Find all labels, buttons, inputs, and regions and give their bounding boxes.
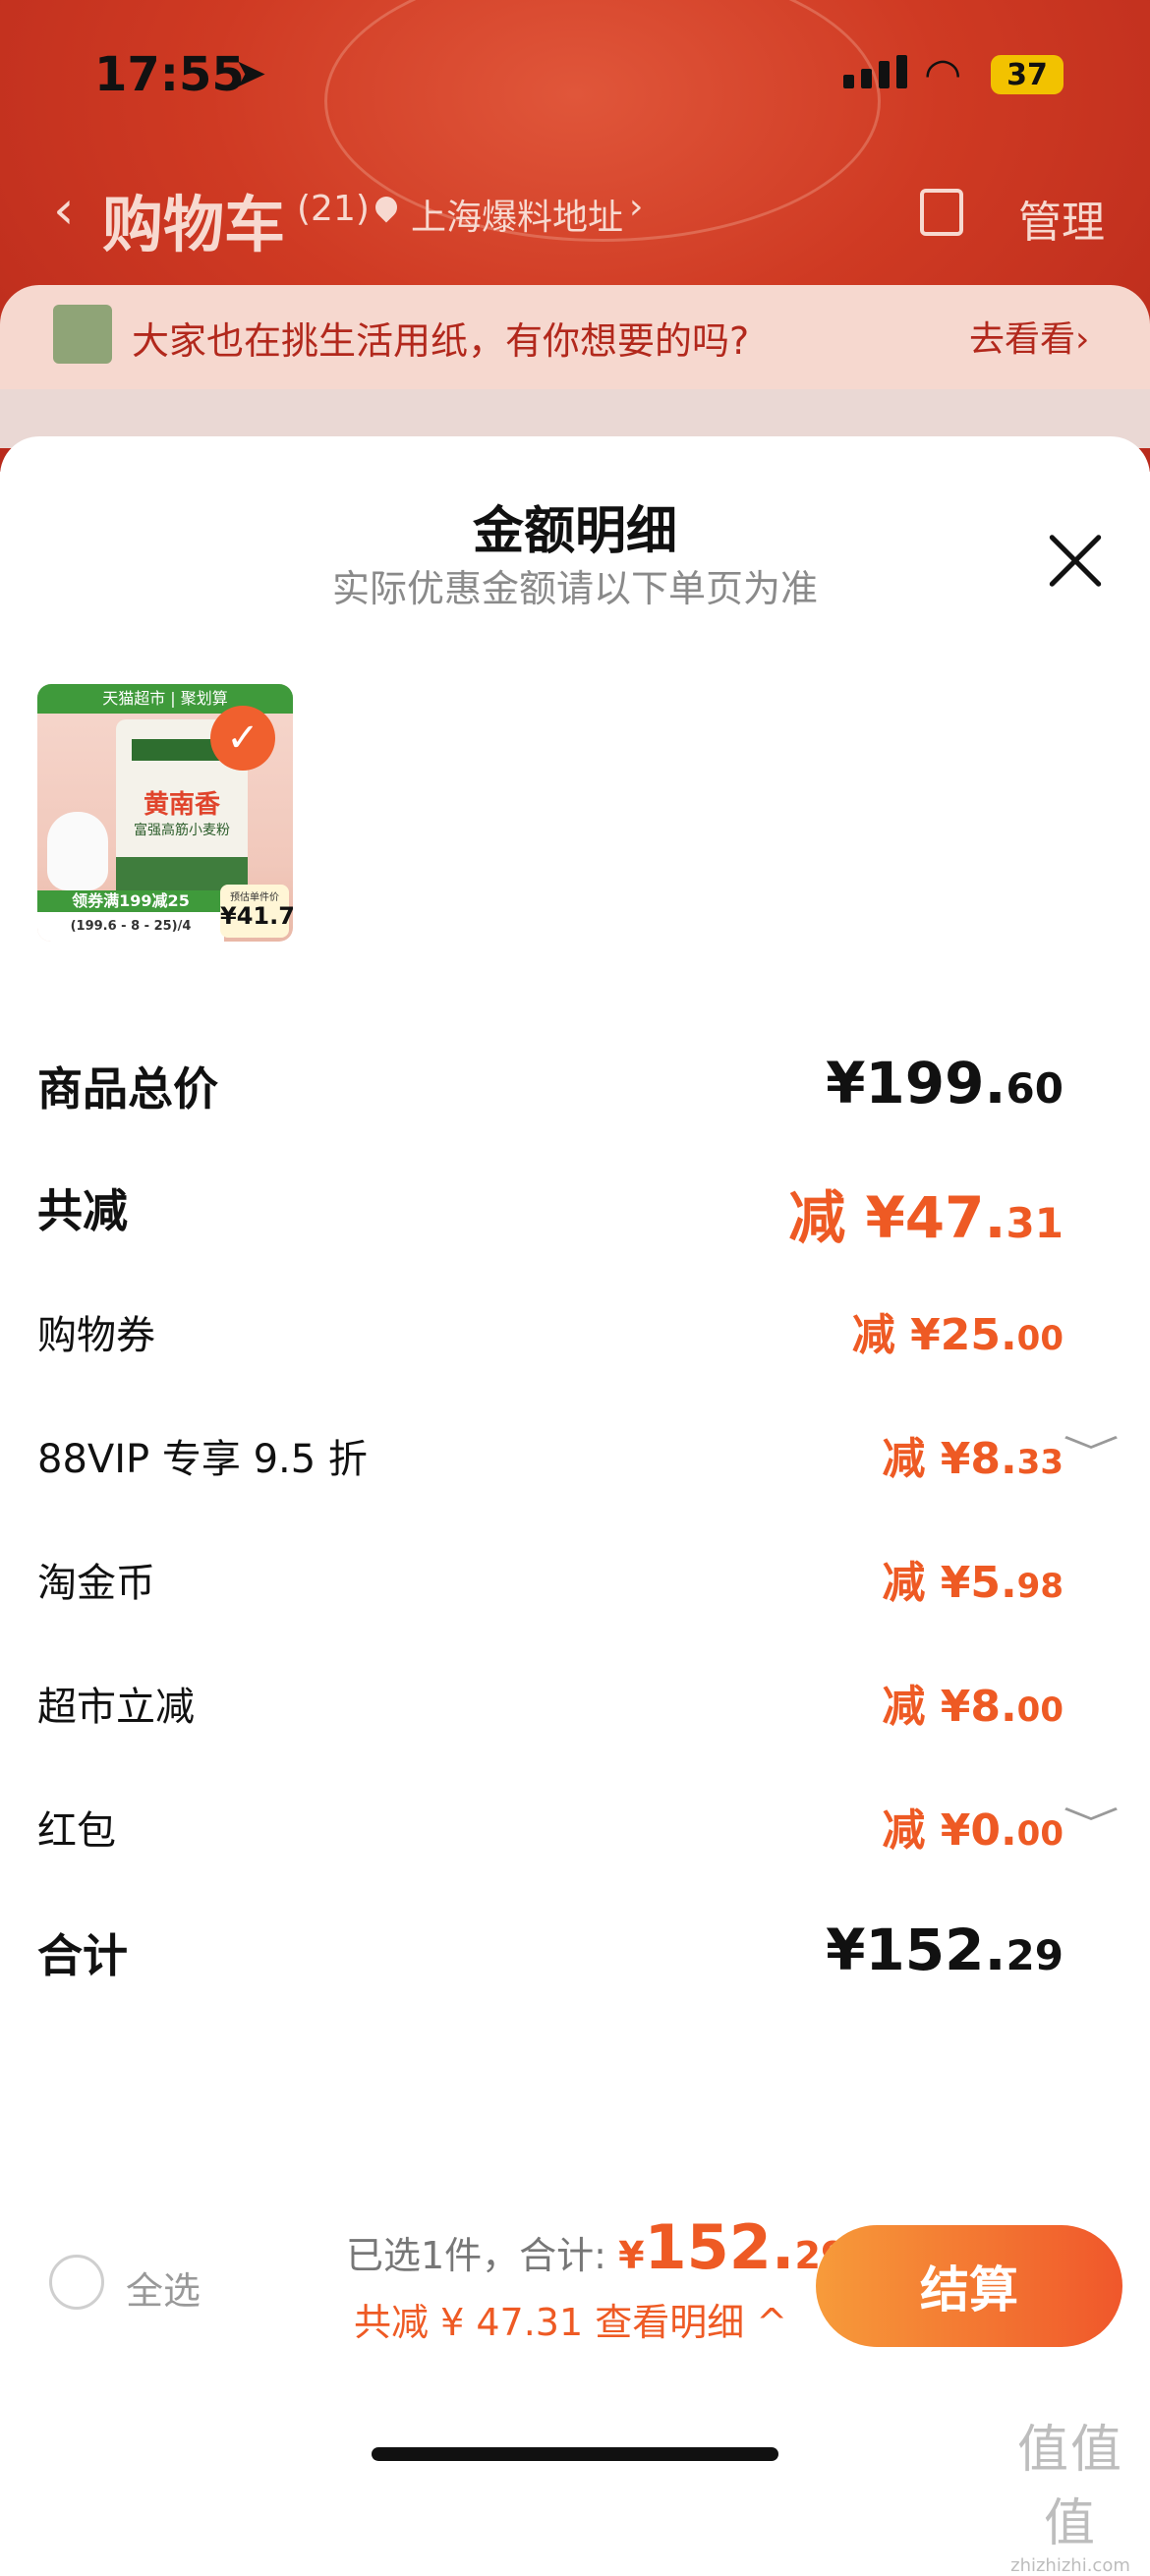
estimated-price: ¥41.7 bbox=[220, 902, 293, 930]
mascot-image bbox=[47, 812, 108, 890]
status-time: 17:55 bbox=[94, 47, 245, 102]
selected-summary: 已选1件，合计: ¥152.29 bbox=[346, 2211, 846, 2283]
goods-total-label: 商品总价 bbox=[37, 1062, 218, 1116]
supermarket-discount-label: 超市立减 bbox=[37, 1685, 195, 1730]
checkout-button[interactable]: 结算 bbox=[816, 2225, 1122, 2347]
product-thumbnail[interactable]: 天猫超市 | 聚划算 黄南香 富强高筋小麦粉 ✓ 领券满199减25 (199.… bbox=[37, 684, 293, 942]
shopping-coupon-row: 购物券 减 ¥25.00 bbox=[37, 1293, 1113, 1372]
promo-link[interactable]: 去看看› bbox=[969, 311, 1089, 362]
red-packet-label: 红包 bbox=[37, 1808, 116, 1854]
cart-count: (21) bbox=[297, 189, 370, 229]
goods-total-row: 商品总价 ¥199.60 bbox=[37, 1044, 1113, 1122]
select-all-label[interactable]: 全选 bbox=[126, 2261, 201, 2315]
vip-discount-row[interactable]: 88VIP 专享 9.5 折 减 ¥8.33 ﹀ bbox=[37, 1417, 1120, 1496]
product-brand: 黄南香 bbox=[143, 790, 220, 820]
selected-check-icon[interactable]: ✓ bbox=[210, 706, 275, 771]
location-arrow-icon: ➤ bbox=[234, 51, 267, 96]
watermark-logo: 值值值 bbox=[1016, 2421, 1123, 2553]
address-link[interactable]: 上海爆料地址 bbox=[411, 189, 623, 240]
chevron-right-icon: › bbox=[629, 187, 644, 227]
supermarket-discount-value: 减 ¥8.00 bbox=[882, 1682, 1064, 1732]
manage-button[interactable]: 管理 bbox=[1018, 187, 1105, 250]
wifi-icon: ◠ bbox=[924, 49, 962, 99]
total-discount-row: 共减 减 ¥47.31 bbox=[37, 1166, 1113, 1251]
red-packet-value: 减 ¥0.00 bbox=[882, 1805, 1064, 1856]
vip-discount-value: 减 ¥8.33 bbox=[882, 1434, 1064, 1484]
page-title: 购物车 bbox=[102, 189, 286, 260]
total-discount-value: 减 ¥47.31 bbox=[788, 1184, 1064, 1251]
total-discount-label: 共减 bbox=[37, 1184, 128, 1237]
navigation-bar: ‹ 购物车 (21) 上海爆料地址 › 管理 bbox=[0, 167, 1150, 265]
supermarket-discount-row: 超市立减 减 ¥8.00 bbox=[37, 1665, 1113, 1744]
close-button[interactable] bbox=[1046, 531, 1105, 590]
share-cart-icon[interactable] bbox=[920, 189, 963, 236]
chevron-down-icon[interactable]: ﹀ bbox=[1063, 1425, 1120, 1476]
promo-text: 大家也在挑生活用纸，有你想要的吗? bbox=[132, 319, 750, 363]
product-price-formula: (199.6 - 8 - 25)/4 bbox=[37, 912, 224, 942]
sum-value: ¥152.29 bbox=[826, 1917, 1064, 1983]
view-details-link[interactable]: 共减 ¥ 47.31 查看明细 ^ bbox=[354, 2292, 787, 2346]
promo-banner[interactable]: 大家也在挑生活用纸，有你想要的吗? 去看看› bbox=[0, 285, 1150, 389]
status-bar: 17:55 ➤ ◠ 37 bbox=[0, 0, 1150, 147]
sum-row: 合计 ¥152.29 bbox=[37, 1911, 1113, 1989]
amount-detail-sheet: 金额明细 实际优惠金额请以下单页为准 天猫超市 | 聚划算 黄南香 富强高筋小麦… bbox=[0, 436, 1150, 2489]
sheet-subtitle: 实际优惠金额请以下单页为准 bbox=[331, 567, 818, 610]
taojinbi-row: 淘金币 减 ¥5.98 bbox=[37, 1541, 1113, 1620]
red-packet-row[interactable]: 红包 减 ¥0.00 ﹀ bbox=[37, 1789, 1120, 1867]
sheet-title: 金额明细 bbox=[472, 502, 677, 561]
taojinbi-value: 减 ¥5.98 bbox=[882, 1558, 1064, 1608]
signal-icon bbox=[843, 55, 907, 88]
chevron-down-icon[interactable]: ﹀ bbox=[1063, 1797, 1120, 1848]
currency-symbol: ¥ bbox=[618, 2234, 645, 2277]
estimated-price-box: 预估单件价 ¥41.7 bbox=[220, 885, 293, 938]
promo-thumbnail bbox=[53, 305, 112, 364]
home-indicator bbox=[372, 2447, 778, 2461]
selected-summary-label: 已选1件，合计: bbox=[346, 2234, 619, 2277]
watermark-url: zhizhizhi.com bbox=[1010, 2555, 1130, 2576]
sum-label: 合计 bbox=[37, 1929, 128, 1982]
location-pin-icon bbox=[371, 192, 402, 223]
back-button[interactable]: ‹ bbox=[53, 179, 75, 241]
select-all-radio[interactable] bbox=[49, 2255, 104, 2310]
product-subtitle: 富强高筋小麦粉 bbox=[134, 823, 230, 838]
goods-total-value: ¥199.60 bbox=[826, 1050, 1064, 1116]
shopping-coupon-label: 购物券 bbox=[37, 1313, 155, 1358]
site-watermark: 值值值 zhizhizhi.com bbox=[997, 2408, 1144, 2576]
battery-icon: 37 bbox=[991, 55, 1064, 94]
product-coupon: 领券满199减25 bbox=[37, 890, 224, 912]
shopping-coupon-value: 减 ¥25.00 bbox=[851, 1310, 1064, 1360]
taojinbi-label: 淘金币 bbox=[37, 1561, 155, 1606]
estimated-price-label: 预估单件价 bbox=[230, 892, 279, 903]
checkout-bar: 全选 已选1件，合计: ¥152.29 共减 ¥ 47.31 查看明细 ^ 结算 bbox=[0, 2192, 1150, 2369]
vip-discount-label: 88VIP 专享 9.5 折 bbox=[37, 1437, 368, 1482]
